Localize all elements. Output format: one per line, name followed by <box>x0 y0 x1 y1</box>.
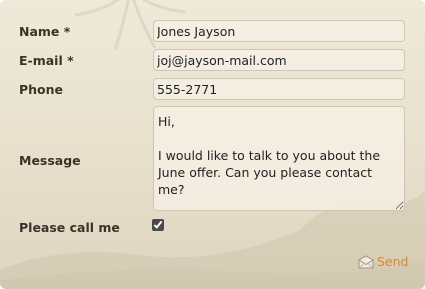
envelope-icon <box>358 254 374 268</box>
message-label: Message <box>19 153 81 168</box>
call-me-checkbox[interactable] <box>152 219 164 231</box>
name-field[interactable] <box>153 20 405 42</box>
phone-label: Phone <box>19 82 64 97</box>
name-label: Name * <box>19 24 71 39</box>
email-label: E-mail * <box>19 53 74 68</box>
phone-field[interactable] <box>153 78 405 100</box>
contact-form: Name * E-mail * Phone Message Please cal… <box>0 0 425 289</box>
message-textarea[interactable] <box>153 106 405 211</box>
email-field[interactable] <box>153 49 405 71</box>
send-label: Send <box>377 254 409 269</box>
call-me-label: Please call me <box>19 220 120 235</box>
send-button[interactable]: Send <box>358 254 408 269</box>
